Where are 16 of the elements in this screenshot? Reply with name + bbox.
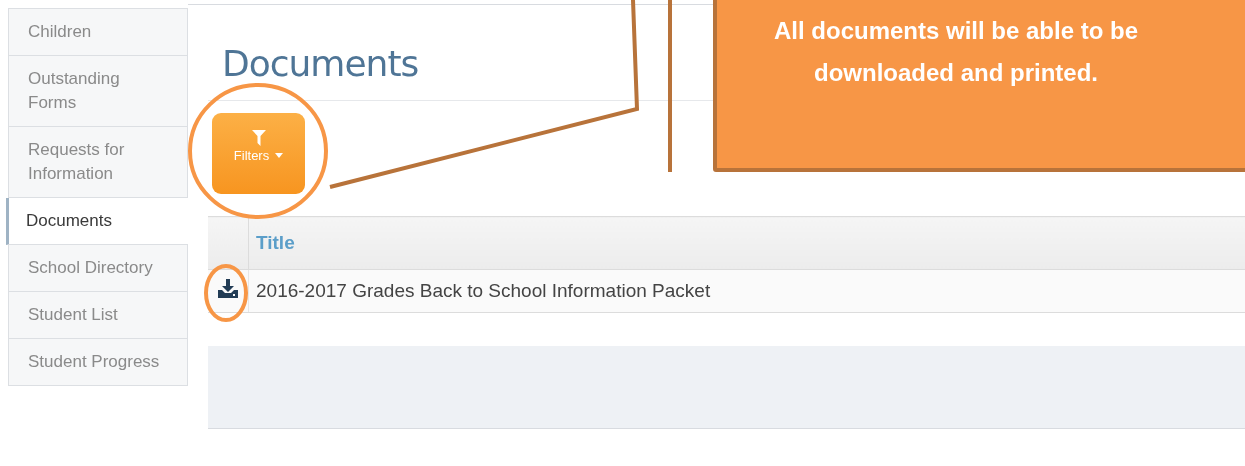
filters-button[interactable]: Filters [212, 113, 305, 194]
caret-icon [275, 153, 284, 158]
highlight-circle [204, 264, 248, 322]
sidebar-item[interactable]: Requests for Information [8, 127, 188, 198]
download-icon[interactable] [218, 279, 238, 298]
sidebar-item[interactable]: School Directory [8, 245, 188, 292]
filter-icon [251, 130, 266, 146]
callout-box: All documents will be able to be downloaded and printed. [713, 0, 1245, 172]
sidebar-item[interactable]: Children [8, 8, 188, 56]
sidebar-item[interactable]: Outstanding Forms [8, 56, 188, 127]
sidebar-item[interactable]: Documents [6, 198, 188, 245]
sidebar-item[interactable]: Student List [8, 292, 188, 339]
page-title: Documents [222, 42, 419, 86]
table-cell: 2016-2017 Grades Back to School Information Packet [248, 269, 1245, 313]
sidebar-item[interactable]: Student Progress [8, 339, 188, 386]
column-header[interactable]: Title [248, 216, 1245, 270]
